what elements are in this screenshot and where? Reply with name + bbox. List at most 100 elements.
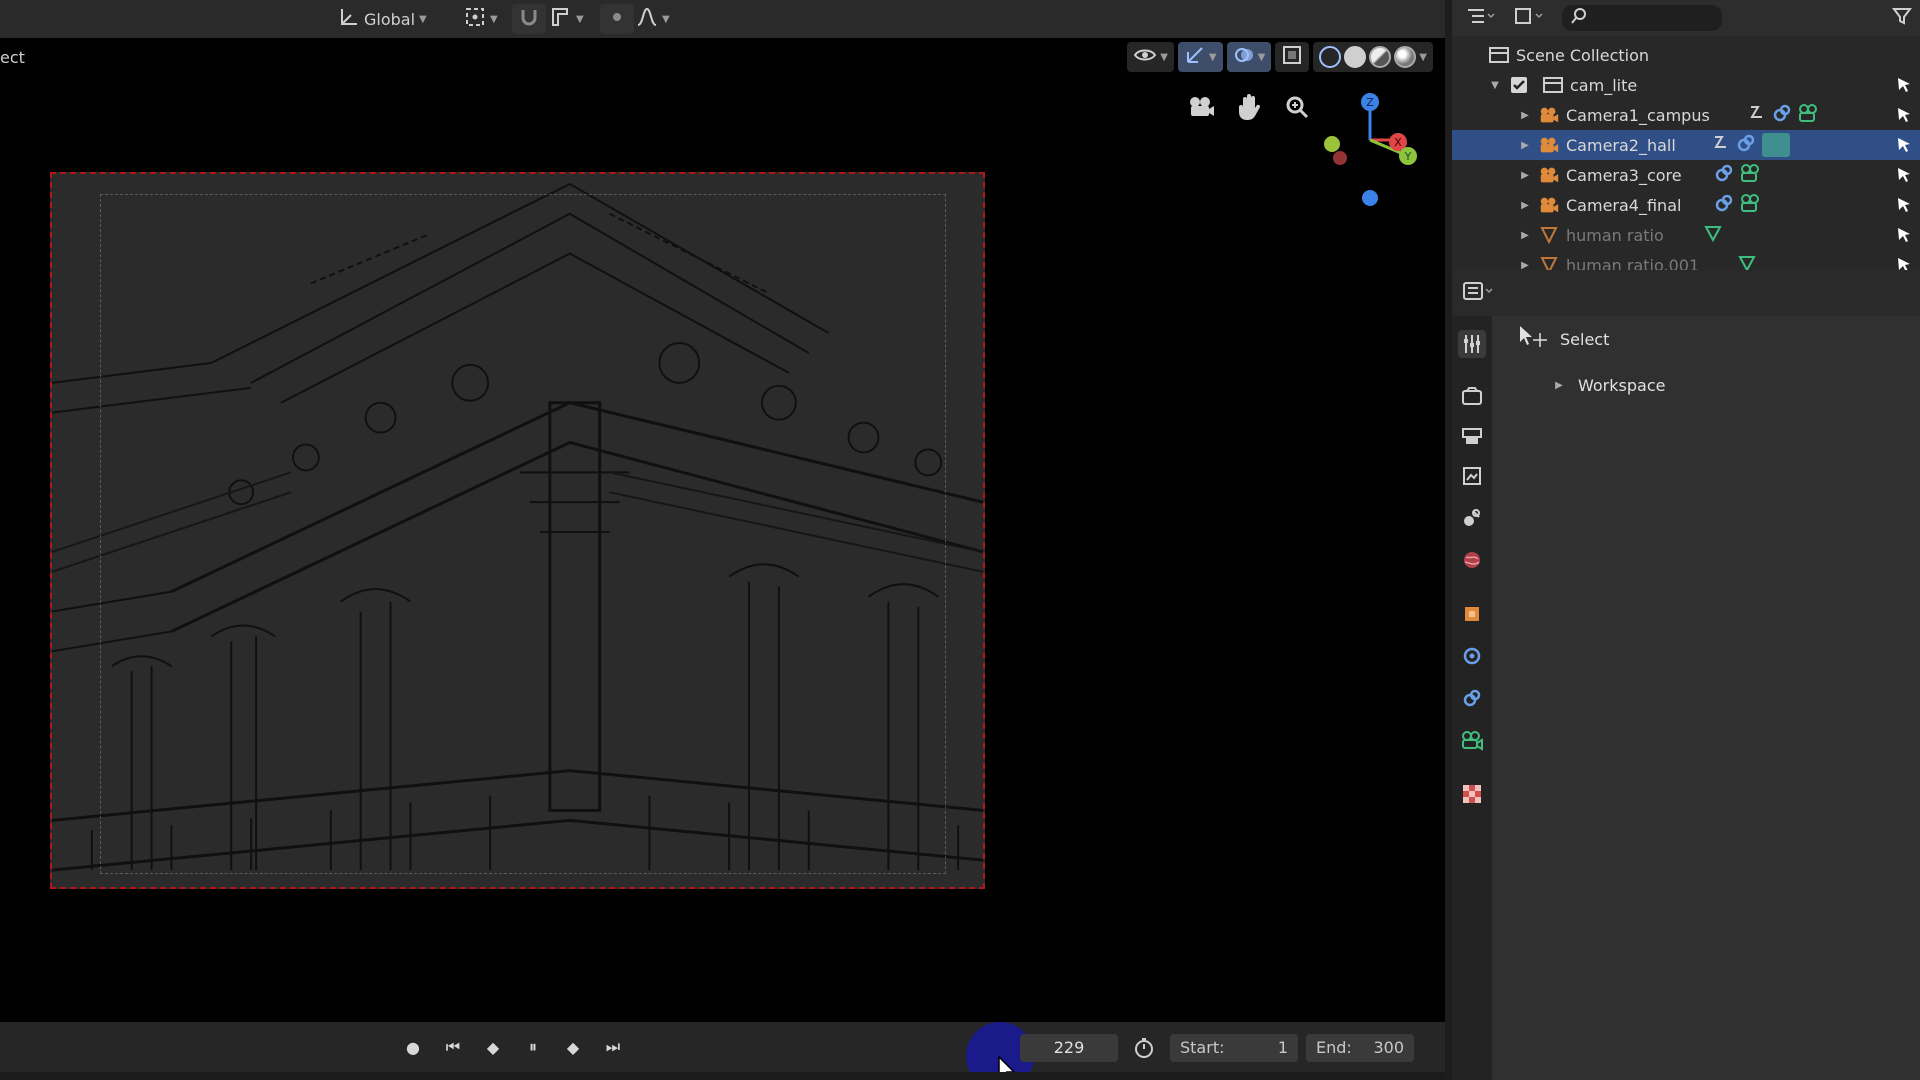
chevron-down-icon: ▼: [490, 13, 498, 25]
jump-to-end-icon[interactable]: ⏭: [600, 1034, 626, 1060]
constraint-icon[interactable]: [1458, 684, 1486, 712]
frame-end-value: 300: [1373, 1038, 1404, 1057]
world-icon[interactable]: [1458, 546, 1486, 574]
expand-arrow-icon[interactable]: ▶: [1518, 170, 1532, 181]
xray-toggle[interactable]: [1275, 42, 1310, 72]
camera-data-icon[interactable]: [1740, 193, 1762, 217]
view-layer-icon[interactable]: [1458, 462, 1486, 490]
outliner-item-human-ratio-001[interactable]: ▶ human ratio.001: [1452, 250, 1920, 270]
selectable-arrow-icon[interactable]: [1896, 167, 1912, 187]
proportional-editing-toggle[interactable]: [600, 4, 634, 34]
expand-arrow-icon[interactable]: ▶: [1518, 230, 1532, 241]
selectable-arrow-icon[interactable]: [1896, 227, 1912, 247]
outliner-item-label: Camera1_campus: [1566, 105, 1710, 125]
hook-icon[interactable]: [1712, 134, 1730, 156]
selectable-arrow-icon[interactable]: [1896, 137, 1912, 157]
expand-arrow-icon: ▶: [1555, 380, 1563, 391]
selectable-arrow-icon[interactable]: [1896, 107, 1912, 127]
display-mode-icon[interactable]: [1466, 6, 1496, 30]
workspace-panel-header[interactable]: ▶ Workspace: [1552, 376, 1665, 395]
modifier-icon[interactable]: [1458, 642, 1486, 670]
frame-end-label: End:: [1316, 1038, 1352, 1057]
object-icon[interactable]: [1458, 600, 1486, 628]
frame-start-field[interactable]: Start: 1: [1170, 1034, 1298, 1062]
selectable-arrow-icon[interactable]: [1896, 257, 1912, 270]
3d-viewport[interactable]: Global ▼ ▼ ▼ ▼ ect ▼ ▼ ▼ ▼ Z X Y: [0, 0, 1445, 1022]
rendered-shading-icon[interactable]: [1394, 46, 1417, 68]
jump-to-next-keyframe-icon[interactable]: ◆: [560, 1034, 586, 1060]
overlays-toggle[interactable]: ▼: [1226, 42, 1272, 72]
solid-shading-icon[interactable]: [1344, 46, 1367, 68]
camera-data-icon[interactable]: [1740, 163, 1762, 187]
material-preview-icon[interactable]: [1369, 46, 1392, 68]
constraint-icon[interactable]: [1714, 163, 1734, 187]
transform-orientation-dropdown[interactable]: Global ▼: [332, 4, 433, 34]
outliner-item-camera2[interactable]: ▶ Camera2_hall: [1452, 130, 1920, 160]
expand-arrow-icon[interactable]: ▶: [1518, 140, 1532, 151]
outliner-collection-cam-lite[interactable]: ▼ cam_lite: [1452, 70, 1920, 100]
frame-start-value: 1: [1277, 1038, 1288, 1057]
properties-header: [1452, 270, 1920, 316]
filter-funnel-icon[interactable]: [1892, 6, 1912, 30]
wireframe-shading-icon[interactable]: [1319, 46, 1342, 68]
selectable-arrow-icon[interactable]: [1896, 77, 1912, 97]
object-data-camera-icon[interactable]: [1458, 726, 1486, 754]
camera-data-icon[interactable]: [1762, 133, 1790, 157]
editor-type-icon[interactable]: [1462, 280, 1496, 306]
constraint-icon[interactable]: [1714, 193, 1734, 217]
camera-view-icon[interactable]: [1186, 92, 1216, 122]
jump-to-start-icon[interactable]: ⏮: [440, 1034, 466, 1060]
camera-object-icon: [1538, 134, 1560, 156]
mode-menu-fragment[interactable]: ect: [0, 48, 25, 67]
texture-icon[interactable]: [1458, 780, 1486, 808]
snap-target-dropdown[interactable]: ▼: [544, 4, 590, 34]
snap-toggle[interactable]: [512, 4, 546, 34]
outliner-item-camera4[interactable]: ▶ Camera4_final: [1452, 190, 1920, 220]
render-icon[interactable]: [1458, 382, 1486, 410]
active-tool-row[interactable]: Select: [1518, 316, 1609, 362]
pan-hand-icon[interactable]: [1234, 92, 1264, 122]
constraint-icon[interactable]: [1772, 103, 1792, 127]
output-icon[interactable]: [1458, 422, 1486, 450]
constraint-icon[interactable]: [1736, 133, 1756, 157]
expand-arrow-icon[interactable]: ▶: [1518, 110, 1532, 121]
outliner-item-camera1[interactable]: ▶ Camera1_campus: [1452, 100, 1920, 130]
visibility-dropdown[interactable]: ▼: [1127, 42, 1174, 72]
hook-icon[interactable]: [1748, 104, 1766, 126]
stopwatch-icon[interactable]: [1132, 1036, 1156, 1060]
outliner-scene-collection[interactable]: Scene Collection: [1452, 40, 1920, 70]
outliner-item-label: Camera2_hall: [1566, 135, 1676, 155]
frame-ruler[interactable]: [0, 1072, 1445, 1080]
zoom-icon[interactable]: [1282, 92, 1312, 122]
camera-frame[interactable]: [50, 172, 985, 889]
navigation-gizmo[interactable]: Z X Y: [1320, 92, 1440, 212]
mesh-data-icon[interactable]: [1704, 224, 1722, 246]
outliner-item-camera3[interactable]: ▶ Camera3_core: [1452, 160, 1920, 190]
search-icon: [1570, 7, 1588, 29]
filter-display-icon[interactable]: [1514, 6, 1544, 30]
tool-icon[interactable]: [1458, 330, 1486, 358]
expand-arrow-icon[interactable]: ▼: [1488, 80, 1502, 91]
auto-keying-record-icon[interactable]: ●: [400, 1034, 426, 1060]
proportional-falloff-dropdown[interactable]: ▼: [630, 4, 676, 34]
pause-icon[interactable]: ⏸: [520, 1034, 546, 1060]
current-frame-field[interactable]: 229: [1020, 1034, 1118, 1062]
expand-arrow-icon[interactable]: ▶: [1518, 200, 1532, 211]
expand-arrow-icon[interactable]: ▶: [1518, 260, 1532, 271]
gizmos-toggle[interactable]: ▼: [1177, 42, 1223, 72]
orientation-icon: [338, 6, 360, 32]
mesh-data-icon[interactable]: [1738, 254, 1756, 270]
workspace-panel-label: Workspace: [1578, 376, 1666, 395]
outliner-search-input[interactable]: [1562, 5, 1722, 31]
outliner-item-human-ratio[interactable]: ▶ human ratio: [1452, 220, 1920, 250]
scene-icon[interactable]: [1458, 504, 1486, 532]
selectable-arrow-icon[interactable]: [1896, 197, 1912, 217]
frame-end-field[interactable]: End: 300: [1306, 1034, 1414, 1062]
jump-to-previous-keyframe-icon[interactable]: ◆: [480, 1034, 506, 1060]
item-extras: [1714, 163, 1762, 187]
chevron-down-icon[interactable]: ▼: [1419, 52, 1427, 63]
pivot-point-dropdown[interactable]: ▼: [458, 4, 504, 34]
pivot-icon: [464, 6, 486, 32]
checkbox-icon[interactable]: [1508, 74, 1530, 96]
camera-data-icon[interactable]: [1798, 103, 1820, 127]
